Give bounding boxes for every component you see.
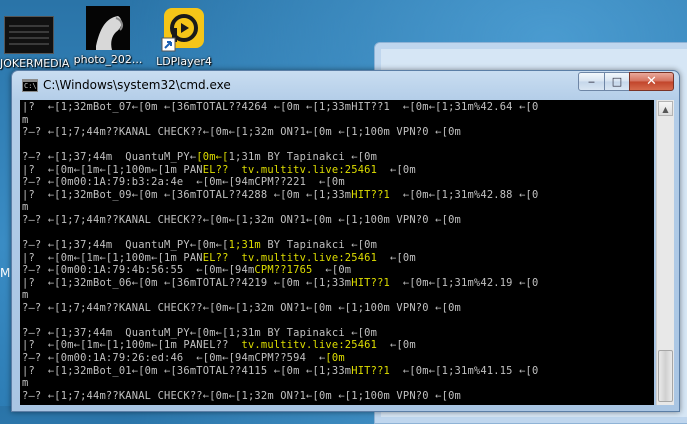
console-line: ?—? ←[0m00:1A:79:b3:2a:4e ←[0m←[94mCPM??… — [22, 176, 345, 189]
console-highlight-text: tv.multitv.live:25461 — [241, 339, 378, 352]
console-icon: C:\ — [22, 79, 38, 92]
console-text: |? ←[1;32mBot_06←[0m ←[36mTOTAL??4219 ←[… — [22, 276, 352, 289]
desktop-icon-ldplayer[interactable]: LDPlayer4 — [148, 6, 220, 68]
minimize-button[interactable]: ‒ — [578, 72, 605, 91]
console-line: |? ←[0m←[1m←[1;100m←[1m PANEL?? tv.multi… — [22, 164, 416, 177]
console-text: ←[0m — [377, 251, 416, 264]
console-line: |? ←[1;32mBot_07←[0m ←[36mTOTAL??4264 ←[… — [22, 101, 539, 113]
console-highlight-text: HIT??1 — [351, 276, 390, 289]
scroll-up-icon[interactable]: ▲ — [658, 101, 673, 116]
console-line: ?—? ←[1;7;44m??KANAL CHECK??←[0m←[1;32m … — [22, 301, 461, 314]
console-output[interactable]: |? ←[1;32mBot_07←[0m ←[36mTOTAL??4264 ←[… — [20, 100, 654, 405]
maximize-button[interactable]: □ — [604, 72, 630, 91]
console-highlight-text: EL?? tv.multitv.live:25461 — [202, 251, 378, 264]
console-text: |? ←[1;32mBot_01←[0m ←[36mTOTAL??4115 ←[… — [22, 364, 352, 377]
desktop-icon-photo[interactable]: photo_202... — [72, 6, 144, 66]
desktop-icon-label: photo_202... — [73, 53, 143, 66]
console-highlight-text: EL?? tv.multitv.live:25461 — [202, 163, 378, 176]
console-highlight-text: [0m←[ — [196, 151, 229, 164]
console-text: BY Tapinakci ←[0m — [260, 239, 378, 252]
console-text: ←[0m — [377, 163, 416, 176]
console-line: |? ←[1;32mBot_06←[0m ←[36mTOTAL??4219 ←[… — [22, 277, 538, 290]
console-text: ←[0m←[1;31m%42.88 ←[0 — [389, 188, 539, 201]
desktop-icon-jokermedia[interactable]: JOKERMEDIA — [0, 6, 70, 70]
console-text: ?—? ←[1;37;44m QuantuM_PY← — [22, 151, 197, 164]
console-line: m — [22, 113, 29, 126]
close-button[interactable]: ✕ — [629, 72, 674, 91]
console-line: m — [22, 201, 29, 214]
scroll-thumb[interactable] — [658, 350, 673, 402]
console-text: |? ←[0m←[1m←[1;100m←[1m PANEL?? — [22, 339, 242, 352]
console-highlight-text: CPM??1765 — [254, 264, 313, 277]
console-line: |? ←[0m←[1m←[1;100m←[1m PANEL?? tv.multi… — [22, 339, 416, 352]
console-text: |? ←[0m←[1m←[1;100m←[1m PAN — [22, 163, 203, 176]
console-line: ?—? ←[1;7;44m??KANAL CHECK??←[0m←[1;32m … — [22, 126, 461, 139]
minimize-icon: ‒ — [588, 75, 595, 88]
console-line: |? ←[0m←[1m←[1;100m←[1m PANEL?? tv.multi… — [22, 252, 416, 265]
console-text: |? ←[1;32mBot_09←[0m ←[36mTOTAL??4288 ←[… — [22, 188, 352, 201]
console-text: ←[0m←[1;31m%41.15 ←[0 — [389, 364, 539, 377]
desktop-edge-label: M — [0, 266, 11, 280]
console-line: ?—? ←[0m00:1A:79:4b:56:55 ←[0m←[94mCPM??… — [22, 264, 351, 277]
console-text: ←[0m — [312, 264, 352, 277]
ldplayer-icon — [161, 6, 207, 52]
console-highlight-text: 1;31m — [228, 239, 261, 252]
desktop-icon-label: LDPlayer4 — [156, 55, 212, 68]
console-text: ?—? ←[0m00:1A:79:4b:56:55 ←[0m←[94m — [22, 264, 255, 277]
console-highlight-text: HIT??1 — [351, 188, 390, 201]
console-text: ←[0m←[1;31m%42.19 ←[0 — [389, 276, 539, 289]
document-icon — [4, 16, 54, 54]
console-text: ?—? ←[1;37;44m QuantuM_PY←[0m←[ — [22, 239, 229, 252]
console-text: |? ←[0m←[1m←[1;100m←[1m PAN — [22, 251, 203, 264]
console-highlight-text: HIT??1 — [351, 364, 390, 377]
console-line: m — [22, 377, 29, 390]
window-title: C:\Windows\system32\cmd.exe — [43, 78, 231, 92]
console-text: ←[0m — [377, 339, 416, 352]
console-text: 1;31m BY Tapinakci ←[0m — [228, 151, 378, 164]
console-line: ?—? ←[1;37;44m QuantuM_PY←[0m←[1;31m BY … — [22, 239, 377, 252]
close-icon: ✕ — [646, 74, 657, 89]
console-line: ?—? ←[0m00:1A:79:26:ed:46 ←[0m←[94mCPM??… — [22, 352, 345, 365]
console-line: m — [22, 289, 29, 302]
vertical-scrollbar[interactable]: ▲ — [656, 100, 674, 405]
cmd-window[interactable]: C:\ C:\Windows\system32\cmd.exe ‒ □ ✕ |?… — [11, 70, 680, 412]
console-line: |? ←[1;32mBot_01←[0m ←[36mTOTAL??4115 ←[… — [22, 365, 538, 378]
console-line: ?—? ←[1;7;44m??KANAL CHECK??←[0m←[1;32m … — [22, 213, 461, 226]
maximize-icon: □ — [611, 75, 623, 88]
photo-icon — [86, 6, 130, 50]
console-line: |? ←[1;32mBot_09←[0m ←[36mTOTAL??4288 ←[… — [22, 189, 538, 202]
title-bar[interactable]: C:\ C:\Windows\system32\cmd.exe ‒ □ ✕ — [12, 71, 679, 99]
console-line: ?—? ←[1;7;44m??KANAL CHECK??←[0m←[1;32m … — [22, 389, 461, 402]
console-highlight-text: [0m — [325, 352, 345, 364]
desktop-icon-label: JOKERMEDIA — [0, 57, 70, 70]
console-line: ?—? ←[1;37;44m QuantuM_PY←[0m←[1;31m BY … — [22, 326, 378, 339]
console-line: ?—? ←[1;37;44m QuantuM_PY←[0m←[1;31m BY … — [22, 151, 377, 164]
console-text: ?—? ←[0m00:1A:79:26:ed:46 ←[0m←[94mCPM??… — [22, 352, 326, 364]
